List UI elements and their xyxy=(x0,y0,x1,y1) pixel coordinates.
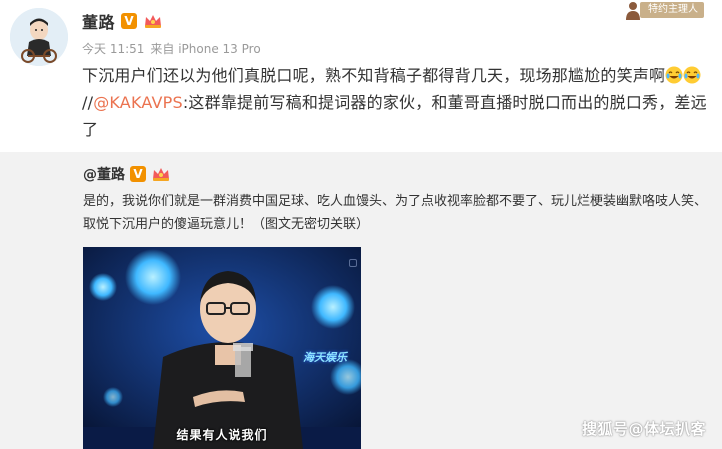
laugh-cry-emoji xyxy=(683,66,701,84)
username[interactable]: 董路 xyxy=(82,9,115,33)
verified-badge-icon: V xyxy=(130,166,146,182)
laugh-cry-emoji xyxy=(665,66,683,84)
repost-separator: // xyxy=(82,93,94,112)
video-subtitle: 结果有人说我们 xyxy=(176,428,268,442)
source-credit-watermark: 搜狐号@体坛扒客 xyxy=(581,420,706,438)
video-frame-illustration xyxy=(83,247,361,449)
tag-label: 特约主理人 xyxy=(640,2,704,18)
repost-username[interactable]: @董路 xyxy=(83,164,125,184)
repost-header: @董路 V xyxy=(83,164,171,184)
special-host-tag: 特约主理人 xyxy=(622,0,704,20)
host-figure-icon xyxy=(626,2,640,20)
video-thumbnail[interactable]: 海天娱乐 结果有人说我们 xyxy=(83,247,361,449)
video-logo: 海天娱乐 xyxy=(303,351,347,364)
verified-badge-icon: V xyxy=(121,13,138,29)
vip-crown-icon xyxy=(143,13,163,29)
vip-crown-icon xyxy=(151,166,171,182)
post-source: 来自 iPhone 13 Pro xyxy=(150,42,261,56)
timestamp[interactable]: 今天 11:51 xyxy=(82,40,144,57)
watermark-icon xyxy=(349,259,357,267)
post-header: 董路 V xyxy=(82,10,163,32)
repost-card[interactable]: @董路 V 是的，我说你们就是一群消费中国足球、吃人血馒头、为了点收视率脸都不要… xyxy=(0,152,722,449)
avatar[interactable] xyxy=(10,8,68,66)
post-meta: 今天 11:51 来自 iPhone 13 Pro xyxy=(82,40,261,57)
post-text-part1: 下沉用户们还以为他们真脱口呢，熟不知背稿子都得背几天，现场那尴尬的笑声啊 xyxy=(82,66,666,85)
repost-text: 是的，我说你们就是一群消费中国足球、吃人血馒头、为了点收视率脸都不要了、玩儿烂梗… xyxy=(83,194,708,232)
post-body: 下沉用户们还以为他们真脱口呢，熟不知背稿子都得背几天，现场那尴尬的笑声啊 //@… xyxy=(82,62,707,143)
avatar-illustration xyxy=(10,8,68,66)
mention-link[interactable]: @KAKAVPS xyxy=(93,93,183,112)
